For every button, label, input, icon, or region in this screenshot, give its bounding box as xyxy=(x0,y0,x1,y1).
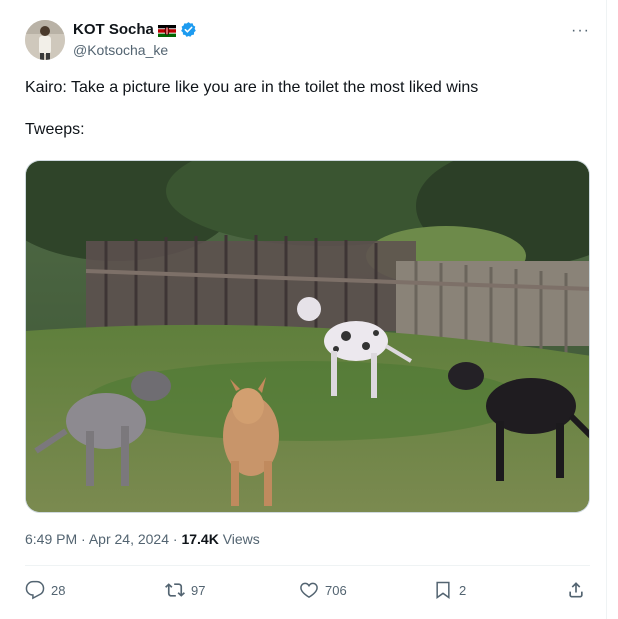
divider xyxy=(25,565,590,566)
tweet-timestamp-views: 6:49 PM · Apr 24, 2024 · 17.4K Views xyxy=(25,531,260,547)
tweet-media-photo[interactable] xyxy=(25,160,590,513)
photo-of-four-dogs-in-yard-icon xyxy=(26,161,589,512)
reply-count: 28 xyxy=(51,582,66,598)
tweet-date[interactable]: Apr 24, 2024 xyxy=(89,531,169,547)
profile-avatar-icon xyxy=(25,20,65,60)
tweet-card: KOT Socha @Kotsocha_ke ··· Kairo: Take a… xyxy=(0,0,607,619)
verified-badge-icon[interactable] xyxy=(180,21,197,38)
bookmark-count: 2 xyxy=(459,582,467,598)
author-name[interactable]: KOT Socha xyxy=(73,21,154,38)
tweet-text-line-1: Kairo: Take a picture like you are in th… xyxy=(25,79,479,96)
tweet-time[interactable]: 6:49 PM xyxy=(25,531,77,547)
author-name-row[interactable]: KOT Socha xyxy=(73,21,197,38)
meta-separator: · xyxy=(81,531,86,547)
tweet-text-line-2: Tweeps: xyxy=(25,121,85,138)
author-handle[interactable]: @Kotsocha_ke xyxy=(73,42,168,58)
views-label: Views xyxy=(222,531,260,547)
like-button[interactable]: 706 xyxy=(299,578,347,602)
heart-icon xyxy=(300,582,318,599)
repost-button[interactable]: 97 xyxy=(165,578,205,602)
action-bar: 28 97 706 2 xyxy=(25,578,590,602)
kenya-flag-icon xyxy=(157,24,176,37)
reply-icon xyxy=(25,580,45,600)
more-options-icon[interactable]: ··· xyxy=(571,22,590,40)
repost-icon xyxy=(165,583,185,597)
bookmark-button[interactable]: 2 xyxy=(433,578,466,602)
like-count: 706 xyxy=(325,582,347,598)
views-count: 17.4K xyxy=(181,531,219,547)
meta-separator-2: · xyxy=(172,531,178,547)
share-icon xyxy=(569,582,583,598)
tweet-text: Kairo: Take a picture like you are in th… xyxy=(25,77,595,140)
repost-count: 97 xyxy=(191,582,206,598)
share-button[interactable] xyxy=(566,578,586,602)
avatar[interactable] xyxy=(25,20,65,60)
reply-button[interactable]: 28 xyxy=(25,578,65,602)
bookmark-icon xyxy=(436,581,450,599)
